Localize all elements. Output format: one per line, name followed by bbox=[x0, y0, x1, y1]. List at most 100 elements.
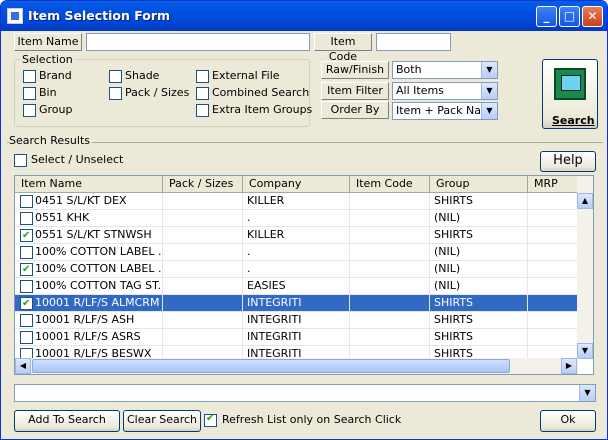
cell-company: INTEGRITI bbox=[247, 330, 302, 343]
selection-checkbox[interactable] bbox=[23, 87, 36, 100]
cell-name: 100% COTTON LABEL ... bbox=[35, 262, 163, 275]
refresh-checkbox[interactable] bbox=[204, 413, 217, 427]
selection-checkbox[interactable] bbox=[196, 87, 209, 100]
row-checkbox[interactable] bbox=[20, 280, 33, 293]
cell-name: 10001 R/LF/S ASH bbox=[35, 313, 135, 326]
item-selection-window: Item Selection Form _ □ ✕ Item Name Item… bbox=[0, 0, 608, 440]
selection-checkbox[interactable] bbox=[23, 104, 36, 117]
selection-title: Selection bbox=[20, 53, 75, 66]
column-header[interactable]: Item Name bbox=[15, 176, 163, 193]
column-header[interactable]: Pack / Sizes bbox=[163, 176, 243, 193]
cell-group: (NIL) bbox=[434, 245, 461, 258]
results-divider bbox=[7, 142, 603, 143]
scroll-left-icon[interactable]: ◀ bbox=[15, 358, 31, 374]
row-checkbox[interactable] bbox=[20, 331, 33, 344]
clear-search-button[interactable]: Clear Search bbox=[123, 410, 201, 432]
cell-company: INTEGRITI bbox=[247, 313, 302, 326]
row-checkbox[interactable] bbox=[20, 246, 33, 259]
row-checkbox[interactable] bbox=[20, 262, 33, 277]
selection-option-label: Bin bbox=[39, 86, 57, 99]
order-by-value: Item + Pack Nam bbox=[396, 104, 492, 117]
item-filter-label: Item Filter bbox=[321, 82, 389, 100]
selection-option-label: External File bbox=[212, 69, 280, 82]
select-unselect-label: Select / Unselect bbox=[31, 153, 124, 166]
table-row[interactable]: 0551 KHK. (NIL) bbox=[15, 210, 578, 227]
title-bar[interactable]: Item Selection Form _ □ ✕ bbox=[1, 1, 607, 31]
cell-name: 100% COTTON TAG ST... bbox=[35, 279, 163, 292]
selection-checkbox[interactable] bbox=[196, 70, 209, 83]
item-code-input[interactable] bbox=[376, 33, 451, 51]
selection-checkbox[interactable] bbox=[23, 70, 36, 83]
table-row[interactable]: 10001 R/LF/S ASRS INTEGRITI SHIRTS bbox=[15, 329, 578, 346]
table-row[interactable]: 10001 R/LF/S ASH INTEGRITI SHIRTS bbox=[15, 312, 578, 329]
cell-group: SHIRTS bbox=[434, 313, 474, 326]
selection-option-label: Shade bbox=[125, 69, 160, 82]
row-checkbox[interactable] bbox=[20, 195, 33, 208]
horizontal-scroll-thumb[interactable] bbox=[32, 359, 510, 373]
cell-group: SHIRTS bbox=[434, 228, 474, 241]
chevron-down-icon[interactable]: ▼ bbox=[481, 103, 497, 119]
select-all-checkbox[interactable] bbox=[14, 154, 27, 167]
row-checkbox[interactable] bbox=[20, 314, 33, 327]
cell-group: SHIRTS bbox=[434, 194, 474, 207]
column-header[interactable]: Group bbox=[430, 176, 528, 193]
selection-checkbox[interactable] bbox=[109, 87, 122, 100]
vertical-scrollbar[interactable]: ▲ ▼ bbox=[577, 176, 593, 359]
chevron-down-icon[interactable]: ▼ bbox=[481, 62, 497, 78]
row-checkbox[interactable] bbox=[20, 212, 33, 225]
table-row[interactable]: 100% COTTON LABEL .... (NIL) bbox=[15, 261, 578, 278]
search-label: Search bbox=[552, 114, 595, 127]
selection-checkbox[interactable] bbox=[109, 70, 122, 83]
scroll-up-icon[interactable]: ▲ bbox=[577, 193, 593, 209]
close-button[interactable]: ✕ bbox=[582, 6, 603, 27]
cell-company: KILLER bbox=[247, 228, 285, 241]
cell-name: 0451 S/L/KT DEX bbox=[35, 194, 127, 207]
results-grid[interactable]: Item Name Pack / Sizes Company Item Code Gro… bbox=[14, 175, 594, 375]
raw-finish-value: Both bbox=[396, 63, 422, 76]
app-icon bbox=[7, 8, 23, 24]
column-header[interactable]: Item Code bbox=[350, 176, 430, 193]
selection-checkbox[interactable] bbox=[196, 104, 209, 117]
table-row[interactable]: 100% COTTON TAG ST... EASIES (NIL) bbox=[15, 278, 578, 295]
help-button[interactable]: Help bbox=[540, 151, 596, 172]
scroll-right-icon[interactable]: ▶ bbox=[561, 358, 577, 374]
item-filter-value: All Items bbox=[396, 84, 444, 97]
item-name-input[interactable] bbox=[86, 33, 310, 51]
cell-group: (NIL) bbox=[434, 279, 461, 292]
maximize-button[interactable]: □ bbox=[559, 6, 580, 27]
cell-name: 0551 S/L/KT STNWSH bbox=[35, 228, 152, 241]
selection-option-label: Pack / Sizes bbox=[125, 86, 190, 99]
selection-option-label: Extra Item Groups bbox=[212, 103, 313, 116]
item-filter-combo[interactable]: All Items ▼ bbox=[392, 82, 498, 100]
refresh-label: Refresh List only on Search Click bbox=[222, 413, 402, 426]
table-row[interactable]: 0451 S/L/KT DEX KILLER SHIRTS bbox=[15, 193, 578, 210]
search-button[interactable]: Search bbox=[542, 59, 598, 129]
chevron-down-icon[interactable]: ▼ bbox=[481, 83, 497, 99]
order-by-combo[interactable]: Item + Pack Nam ▼ bbox=[392, 102, 498, 120]
raw-finish-label: Raw/Finish bbox=[321, 61, 389, 79]
raw-finish-combo[interactable]: Both ▼ bbox=[392, 61, 498, 79]
bottom-combo[interactable]: ▼ bbox=[14, 384, 596, 402]
cell-name: 100% COTTON LABEL ... bbox=[35, 245, 163, 258]
item-name-label: Item Name bbox=[14, 33, 82, 51]
minimize-button[interactable]: _ bbox=[536, 6, 557, 27]
horizontal-scrollbar[interactable]: ◀ ▶ bbox=[15, 358, 578, 374]
cell-group: SHIRTS bbox=[434, 330, 474, 343]
ok-button[interactable]: Ok bbox=[540, 410, 596, 432]
scroll-down-icon[interactable]: ▼ bbox=[577, 343, 593, 359]
selection-option-label: Brand bbox=[39, 69, 72, 82]
table-row[interactable]: 100% COTTON LABEL .... (NIL) bbox=[15, 244, 578, 261]
add-to-search-button[interactable]: Add To Search bbox=[14, 410, 120, 432]
column-header[interactable]: Company bbox=[243, 176, 350, 193]
chevron-down-icon[interactable]: ▼ bbox=[579, 385, 595, 401]
row-checkbox[interactable] bbox=[20, 228, 33, 243]
table-row[interactable]: 0551 S/L/KT STNWSH KILLER SHIRTS bbox=[15, 227, 578, 244]
cell-company: . bbox=[247, 262, 251, 275]
column-header[interactable]: MRP bbox=[528, 176, 578, 193]
cell-group: (NIL) bbox=[434, 262, 461, 275]
cell-company: EASIES bbox=[247, 279, 286, 292]
window-title: Item Selection Form bbox=[28, 8, 171, 23]
table-row[interactable]: 10001 R/LF/S ALMCRM INTEGRITI SHIRTS bbox=[15, 295, 578, 312]
cell-group: (NIL) bbox=[434, 211, 461, 224]
row-checkbox[interactable] bbox=[20, 296, 33, 311]
